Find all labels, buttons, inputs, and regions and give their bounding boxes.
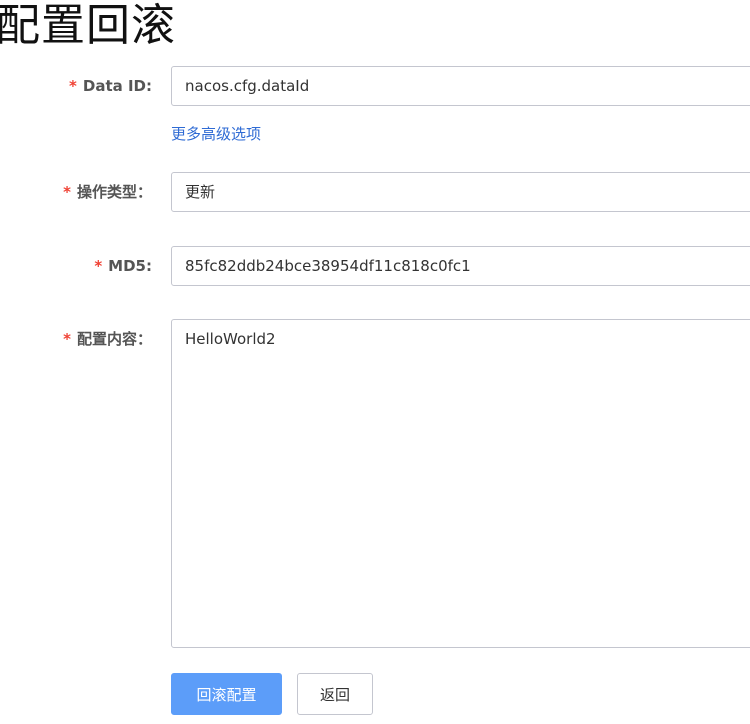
- advanced-options-link[interactable]: 更多高级选项: [171, 124, 261, 144]
- md5-input[interactable]: 85fc82ddb24bce38954df11c818c0fc1: [171, 246, 750, 286]
- md5-label: * MD5:: [94, 256, 152, 276]
- operation-type-input[interactable]: 更新: [171, 172, 750, 212]
- content-textarea[interactable]: HelloWorld2: [171, 319, 750, 648]
- content-label-text: 配置内容：: [76, 330, 152, 348]
- required-mark: *: [94, 257, 103, 275]
- data-id-label: * Data ID:: [69, 76, 152, 96]
- page-title: 配置回滚: [0, 0, 176, 51]
- required-mark: *: [69, 77, 77, 95]
- required-mark: *: [63, 330, 71, 348]
- md5-label-text: MD5:: [108, 257, 152, 275]
- operation-type-label: * 操作类型：: [63, 182, 152, 202]
- rollback-button[interactable]: 回滚配置: [171, 673, 282, 715]
- back-button[interactable]: 返回: [297, 673, 373, 715]
- data-id-input[interactable]: nacos.cfg.dataId: [171, 66, 750, 106]
- data-id-label-text: Data ID:: [82, 77, 152, 95]
- content-label: * 配置内容：: [63, 329, 152, 349]
- required-mark: *: [63, 183, 71, 201]
- config-rollback-page: 配置回滚 * Data ID: nacos.cfg.dataId 更多高级选项 *…: [0, 0, 750, 724]
- operation-type-label-text: 操作类型：: [76, 183, 152, 201]
